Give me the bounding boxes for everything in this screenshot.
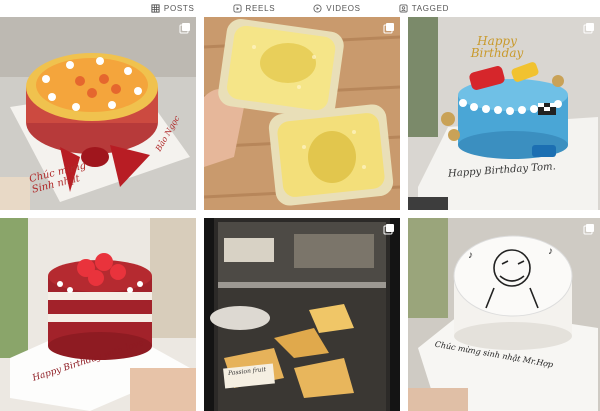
display-case-photo xyxy=(204,218,400,411)
tab-tagged[interactable]: TAGGED xyxy=(399,4,449,13)
post-mango-cake[interactable]: Chúc mừng Sinh nhật Bảo Ngọc xyxy=(0,17,196,210)
multiple-photos-icon xyxy=(383,23,394,34)
red-velvet-photo xyxy=(0,218,196,411)
durian-boxes-photo xyxy=(204,17,400,210)
multiple-photos-icon xyxy=(583,23,594,34)
reels-icon xyxy=(232,4,242,13)
tab-tagged-label: TAGGED xyxy=(411,4,450,13)
svg-text:♪: ♪ xyxy=(468,250,473,261)
profile-tabs: POSTS REELS VIDEOS TAGGED xyxy=(0,0,600,17)
post-durian-boxes[interactable] xyxy=(204,17,400,210)
multiple-photos-icon xyxy=(383,224,394,235)
posts-grid: Chúc mừng Sinh nhật Bảo Ngọc Happy Birth… xyxy=(0,17,600,411)
tab-reels-label: REELS xyxy=(245,4,276,13)
post-red-velvet-cake[interactable]: Happy Birthday with love xyxy=(0,218,196,411)
video-icon xyxy=(313,4,322,13)
tagged-icon xyxy=(399,4,408,13)
tab-reels[interactable]: REELS xyxy=(232,4,276,13)
post-cars-cake[interactable]: Happy Birthday Happy Birthday Tom. xyxy=(408,17,600,210)
multiple-photos-icon xyxy=(583,224,594,235)
tab-videos-label: VIDEOS xyxy=(326,4,361,13)
tab-posts[interactable]: POSTS xyxy=(151,4,195,13)
grid-icon xyxy=(151,4,160,13)
meme-cake-photo: ♪ ♪ xyxy=(408,218,600,411)
tab-videos[interactable]: VIDEOS xyxy=(313,4,360,13)
tab-posts-label: POSTS xyxy=(163,4,195,13)
post-display-case[interactable]: Passion fruit xyxy=(204,218,400,411)
cars-topper: Happy Birthday xyxy=(470,34,524,60)
multiple-photos-icon xyxy=(179,23,190,34)
svg-text:♪: ♪ xyxy=(548,246,553,257)
post-meme-cake[interactable]: ♪ ♪ Chúc mừng sinh nhật Mr.Hợp xyxy=(408,218,600,411)
